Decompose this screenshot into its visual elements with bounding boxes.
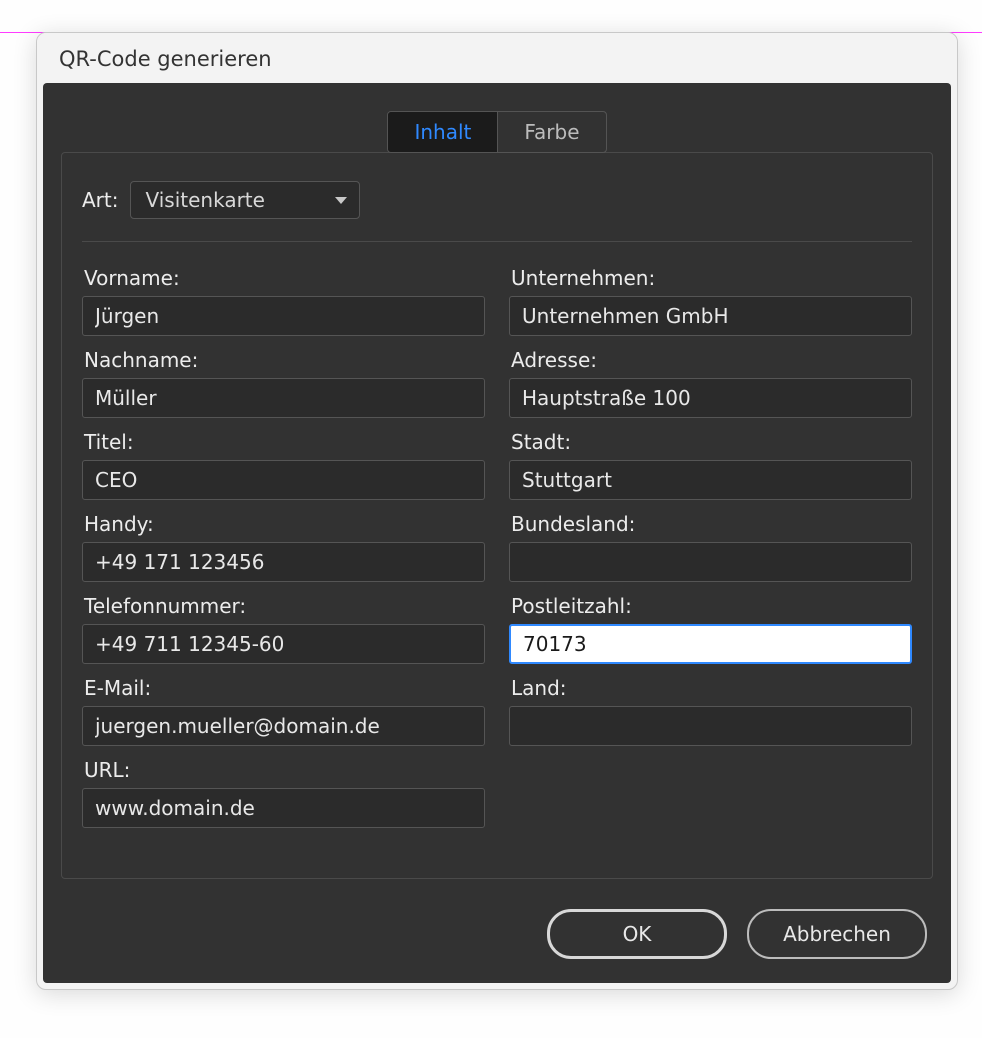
field-phone: Telefonnummer: (82, 594, 485, 664)
tab-color[interactable]: Farbe (497, 112, 605, 152)
type-select-value: Visitenkarte (145, 188, 264, 212)
country-label: Land: (509, 676, 912, 700)
dialog-title: QR-Code generieren (37, 33, 957, 83)
qr-code-dialog: QR-Code generieren Inhalt Farbe Art: Vis… (36, 32, 958, 990)
form-column-left: Vorname: Nachname: Titel: Handy: (82, 266, 485, 828)
field-lastname: Nachname: (82, 348, 485, 418)
form-columns: Vorname: Nachname: Titel: Handy: (82, 266, 912, 828)
field-company: Unternehmen: (509, 266, 912, 336)
tabs-row: Inhalt Farbe (61, 111, 933, 153)
zip-input[interactable] (509, 624, 912, 664)
title-input[interactable] (82, 460, 485, 500)
zip-label: Postleitzahl: (509, 594, 912, 618)
lastname-label: Nachname: (82, 348, 485, 372)
field-address: Adresse: (509, 348, 912, 418)
email-label: E-Mail: (82, 676, 485, 700)
company-label: Unternehmen: (509, 266, 912, 290)
field-mobile: Handy: (82, 512, 485, 582)
mobile-label: Handy: (82, 512, 485, 536)
firstname-label: Vorname: (82, 266, 485, 290)
title-label: Titel: (82, 430, 485, 454)
dialog-button-row: OK Abbrechen (61, 909, 933, 959)
tab-container: Inhalt Farbe (387, 111, 606, 153)
mobile-input[interactable] (82, 542, 485, 582)
city-label: Stadt: (509, 430, 912, 454)
cancel-button[interactable]: Abbrechen (747, 909, 927, 959)
field-title: Titel: (82, 430, 485, 500)
state-input[interactable] (509, 542, 912, 582)
field-email: E-Mail: (82, 676, 485, 746)
company-input[interactable] (509, 296, 912, 336)
type-select[interactable]: Visitenkarte (130, 181, 360, 219)
field-country: Land: (509, 676, 912, 746)
email-input[interactable] (82, 706, 485, 746)
dialog-body: Inhalt Farbe Art: Visitenkarte Vorname: (43, 83, 951, 983)
phone-label: Telefonnummer: (82, 594, 485, 618)
url-label: URL: (82, 758, 485, 782)
city-input[interactable] (509, 460, 912, 500)
tab-content[interactable]: Inhalt (388, 112, 497, 152)
phone-input[interactable] (82, 624, 485, 664)
type-row: Art: Visitenkarte (82, 181, 912, 242)
form-column-right: Unternehmen: Adresse: Stadt: Bundesland: (509, 266, 912, 828)
field-state: Bundesland: (509, 512, 912, 582)
field-city: Stadt: (509, 430, 912, 500)
chevron-down-icon (335, 197, 347, 204)
address-label: Adresse: (509, 348, 912, 372)
address-input[interactable] (509, 378, 912, 418)
country-input[interactable] (509, 706, 912, 746)
lastname-input[interactable] (82, 378, 485, 418)
type-label: Art: (82, 188, 118, 212)
firstname-input[interactable] (82, 296, 485, 336)
form-panel: Art: Visitenkarte Vorname: Nachname: (61, 152, 933, 879)
url-input[interactable] (82, 788, 485, 828)
field-firstname: Vorname: (82, 266, 485, 336)
ok-button[interactable]: OK (547, 909, 727, 959)
field-url: URL: (82, 758, 485, 828)
state-label: Bundesland: (509, 512, 912, 536)
field-zip: Postleitzahl: (509, 594, 912, 664)
